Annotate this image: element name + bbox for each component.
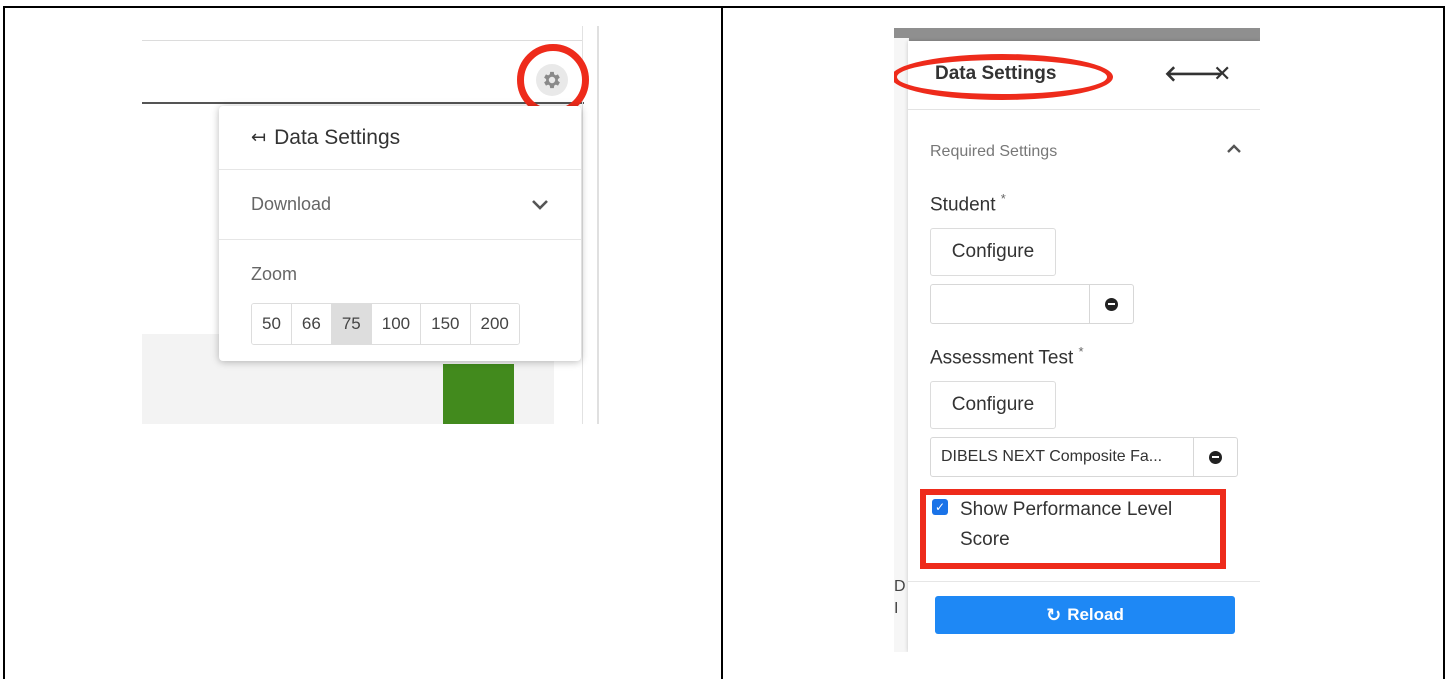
- chevron-down-icon: [532, 199, 548, 210]
- student-clear-button[interactable]: [1089, 285, 1133, 323]
- minus-circle-icon: [1209, 450, 1222, 464]
- data-settings-panel: Data Settings 🡐 ✕ Required Settings Stud…: [894, 41, 1260, 652]
- zoom-66-button[interactable]: 66: [291, 304, 332, 344]
- student-label: Student *: [930, 191, 1006, 216]
- zoom-150-button[interactable]: 150: [421, 304, 471, 344]
- header-underline: [142, 102, 584, 104]
- reload-button[interactable]: ↻ Reload: [935, 596, 1235, 634]
- zoom-button-group: 50 66 75 100 150 200: [251, 303, 520, 345]
- data-settings-item[interactable]: ↤ Data Settings: [219, 106, 581, 170]
- arrow-left-to-line-icon: ↤: [251, 127, 267, 147]
- assessment-field[interactable]: DIBELS NEXT Composite Fa...: [930, 437, 1238, 477]
- green-bar: [443, 364, 514, 424]
- chevron-up-icon: [1227, 144, 1241, 153]
- settings-dropdown: ↤ Data Settings Download Zoom 50 66 75 1…: [219, 106, 581, 361]
- zoom-50-button[interactable]: 50: [252, 304, 292, 344]
- assessment-value: DIBELS NEXT Composite Fa...: [941, 448, 1163, 465]
- required-settings-label: Required Settings: [930, 143, 1058, 160]
- zoom-75-button[interactable]: 75: [331, 304, 372, 344]
- download-label: Download: [251, 194, 332, 214]
- zoom-100-button[interactable]: 100: [371, 304, 422, 344]
- assessment-clear-button[interactable]: [1193, 438, 1237, 476]
- panel-footer-divider: [908, 581, 1260, 582]
- assessment-label: Assessment Test *: [930, 344, 1084, 369]
- left-screenshot: ↤ Data Settings Download Zoom 50 66 75 1…: [142, 26, 600, 424]
- top-border-line: [142, 40, 582, 41]
- student-field[interactable]: [930, 284, 1134, 324]
- data-settings-label: Data Settings: [274, 125, 401, 149]
- frame-divider: [721, 6, 723, 679]
- vertical-divider: [597, 26, 599, 424]
- close-icon[interactable]: ✕: [1213, 61, 1231, 87]
- zoom-200-button[interactable]: 200: [470, 304, 519, 344]
- student-configure-button[interactable]: Configure: [930, 228, 1056, 276]
- title-highlight-ellipse: [894, 54, 1113, 100]
- reload-icon: ↻: [1046, 604, 1062, 625]
- background-text: D I: [894, 578, 906, 617]
- checkbox-highlight-box: [920, 489, 1226, 569]
- reload-label: Reload: [1067, 605, 1124, 624]
- right-screenshot: D I Data Settings 🡐 ✕ Required Settings …: [894, 28, 1260, 652]
- assessment-configure-button[interactable]: Configure: [930, 381, 1056, 429]
- zoom-label: Zoom: [251, 264, 298, 284]
- background-page: [894, 38, 909, 652]
- minus-circle-icon: [1105, 297, 1118, 311]
- download-item[interactable]: Download: [219, 170, 581, 240]
- required-settings-header[interactable]: Required Settings: [930, 143, 1242, 161]
